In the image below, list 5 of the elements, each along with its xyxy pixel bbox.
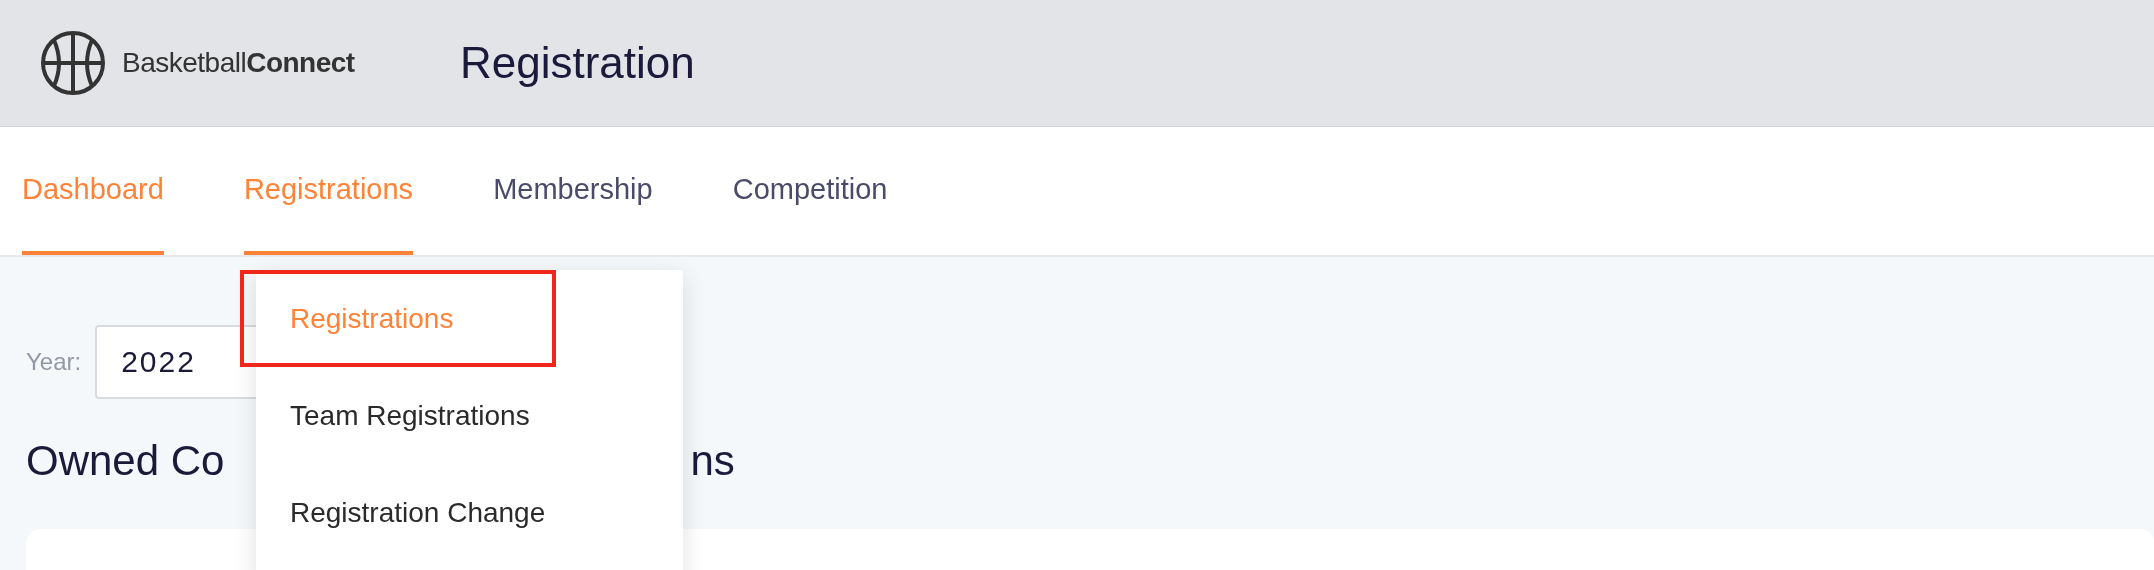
logo-text: BasketballConnect — [122, 47, 355, 79]
year-label: Year: — [26, 348, 82, 376]
page-title: Registration — [460, 38, 695, 88]
section-heading: Owned Co — [26, 437, 225, 485]
section-heading: ns — [690, 437, 735, 485]
